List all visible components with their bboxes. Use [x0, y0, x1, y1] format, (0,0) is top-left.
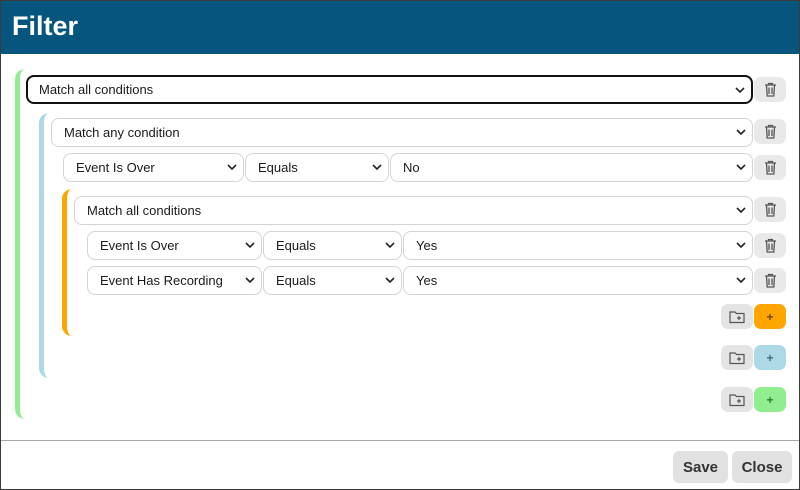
chevron-down-icon — [735, 87, 745, 94]
chevron-down-icon — [372, 164, 382, 171]
condition-field-value: Event Is Over — [76, 160, 155, 175]
chevron-down-icon — [385, 277, 395, 284]
chevron-down-icon — [736, 242, 746, 249]
condition-operator-value: Equals — [276, 273, 316, 288]
delete-condition-button[interactable] — [754, 268, 786, 293]
condition-field-value: Event Is Over — [100, 238, 179, 253]
root-match-select[interactable]: Match all conditions — [26, 75, 753, 104]
group2-match-value: Match all conditions — [87, 203, 202, 218]
trash-icon — [764, 238, 776, 253]
condition-value-value: No — [403, 160, 420, 175]
group1-match-value: Match any condition — [64, 125, 180, 140]
add-condition-button[interactable]: + — [754, 304, 786, 329]
add-subgroup-button[interactable] — [721, 387, 753, 412]
trash-icon — [764, 273, 776, 288]
folder-plus-icon — [729, 310, 745, 323]
condition-operator-select[interactable]: Equals — [263, 231, 402, 260]
condition-value-value: Yes — [416, 238, 438, 253]
delete-group2-button[interactable] — [754, 197, 786, 222]
group2-match-select[interactable]: Match all conditions — [74, 196, 753, 225]
condition-field-value: Event Has Recording — [100, 273, 223, 288]
condition-value-select[interactable]: Yes — [403, 266, 753, 295]
chevron-down-icon — [736, 129, 746, 136]
add-condition-button[interactable]: + — [754, 345, 786, 370]
condition-field-select[interactable]: Event Has Recording — [87, 266, 262, 295]
add-subgroup-button[interactable] — [721, 345, 753, 370]
condition-field-select[interactable]: Event Is Over — [87, 231, 262, 260]
chevron-down-icon — [245, 277, 255, 284]
trash-icon — [764, 202, 776, 217]
chevron-down-icon — [736, 164, 746, 171]
close-button[interactable]: Close — [732, 451, 792, 483]
condition-value-value: Yes — [416, 273, 438, 288]
chevron-down-icon — [385, 242, 395, 249]
add-subgroup-button[interactable] — [721, 304, 753, 329]
add-condition-button[interactable]: + — [754, 387, 786, 412]
condition-value-select[interactable]: No — [390, 153, 753, 182]
dialog-header: Filter — [1, 1, 799, 54]
condition-operator-value: Equals — [276, 238, 316, 253]
save-button[interactable]: Save — [673, 451, 728, 483]
condition-field-select[interactable]: Event Is Over — [63, 153, 244, 182]
delete-group1-button[interactable] — [754, 119, 786, 144]
folder-plus-icon — [729, 393, 745, 406]
delete-condition-button[interactable] — [754, 233, 786, 258]
condition-value-select[interactable]: Yes — [403, 231, 753, 260]
delete-root-button[interactable] — [754, 77, 786, 102]
filter-dialog: Filter Match all conditions Match any co… — [0, 0, 800, 490]
chevron-down-icon — [227, 164, 237, 171]
condition-operator-select[interactable]: Equals — [263, 266, 402, 295]
trash-icon — [764, 124, 776, 139]
trash-icon — [764, 82, 776, 97]
chevron-down-icon — [736, 277, 746, 284]
footer-divider — [1, 440, 799, 441]
plus-icon: + — [766, 392, 774, 407]
root-group-bar — [15, 69, 35, 419]
condition-operator-select[interactable]: Equals — [245, 153, 389, 182]
root-match-value: Match all conditions — [39, 82, 154, 97]
plus-icon: + — [766, 350, 774, 365]
chevron-down-icon — [245, 242, 255, 249]
condition-operator-value: Equals — [258, 160, 298, 175]
nested-group-bar — [39, 113, 59, 378]
chevron-down-icon — [736, 207, 746, 214]
dialog-title: Filter — [12, 11, 79, 41]
delete-condition-button[interactable] — [754, 155, 786, 180]
plus-icon: + — [766, 309, 774, 324]
trash-icon — [764, 160, 776, 175]
group1-match-select[interactable]: Match any condition — [51, 118, 753, 147]
folder-plus-icon — [729, 351, 745, 364]
